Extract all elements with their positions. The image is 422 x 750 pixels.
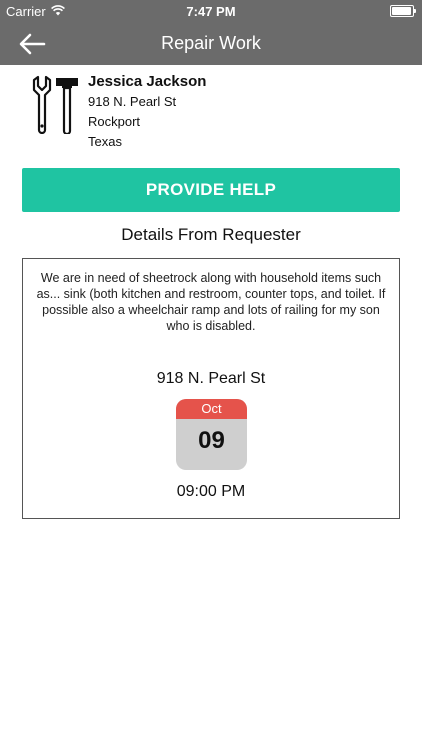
requester-info: Jessica Jackson 918 N. Pearl St Rockport…: [30, 72, 410, 162]
event-time: 09:00 PM: [176, 483, 246, 500]
requester-street: 918 N. Pearl St: [88, 94, 177, 109]
status-right: [390, 5, 416, 17]
details-description: We are in need of sheetrock along with h…: [36, 271, 386, 333]
details-card: We are in need of sheetrock along with h…: [22, 258, 400, 519]
requester-text: Jessica Jackson 918 N. Pearl St Rockport…: [88, 72, 206, 152]
tools-icon: [32, 74, 82, 136]
nav-bar: Repair Work: [0, 22, 422, 65]
event-location: 918 N. Pearl St: [156, 370, 266, 387]
requester-state: Texas: [88, 134, 122, 149]
battery-icon: [390, 5, 416, 17]
requester-name: Jessica Jackson: [88, 73, 207, 90]
status-bar: Carrier 7:47 PM: [0, 0, 422, 22]
status-time: 7:47 PM: [186, 4, 236, 19]
date-day: 09: [198, 427, 225, 454]
provide-help-button[interactable]: PROVIDE HELP: [22, 168, 400, 212]
details-heading: Details From Requester: [121, 225, 301, 244]
requester-city: Rockport: [88, 114, 141, 129]
calendar-date-badge: Oct 09: [176, 399, 247, 470]
date-month: Oct: [176, 399, 247, 419]
page-title: Repair Work: [161, 33, 261, 53]
